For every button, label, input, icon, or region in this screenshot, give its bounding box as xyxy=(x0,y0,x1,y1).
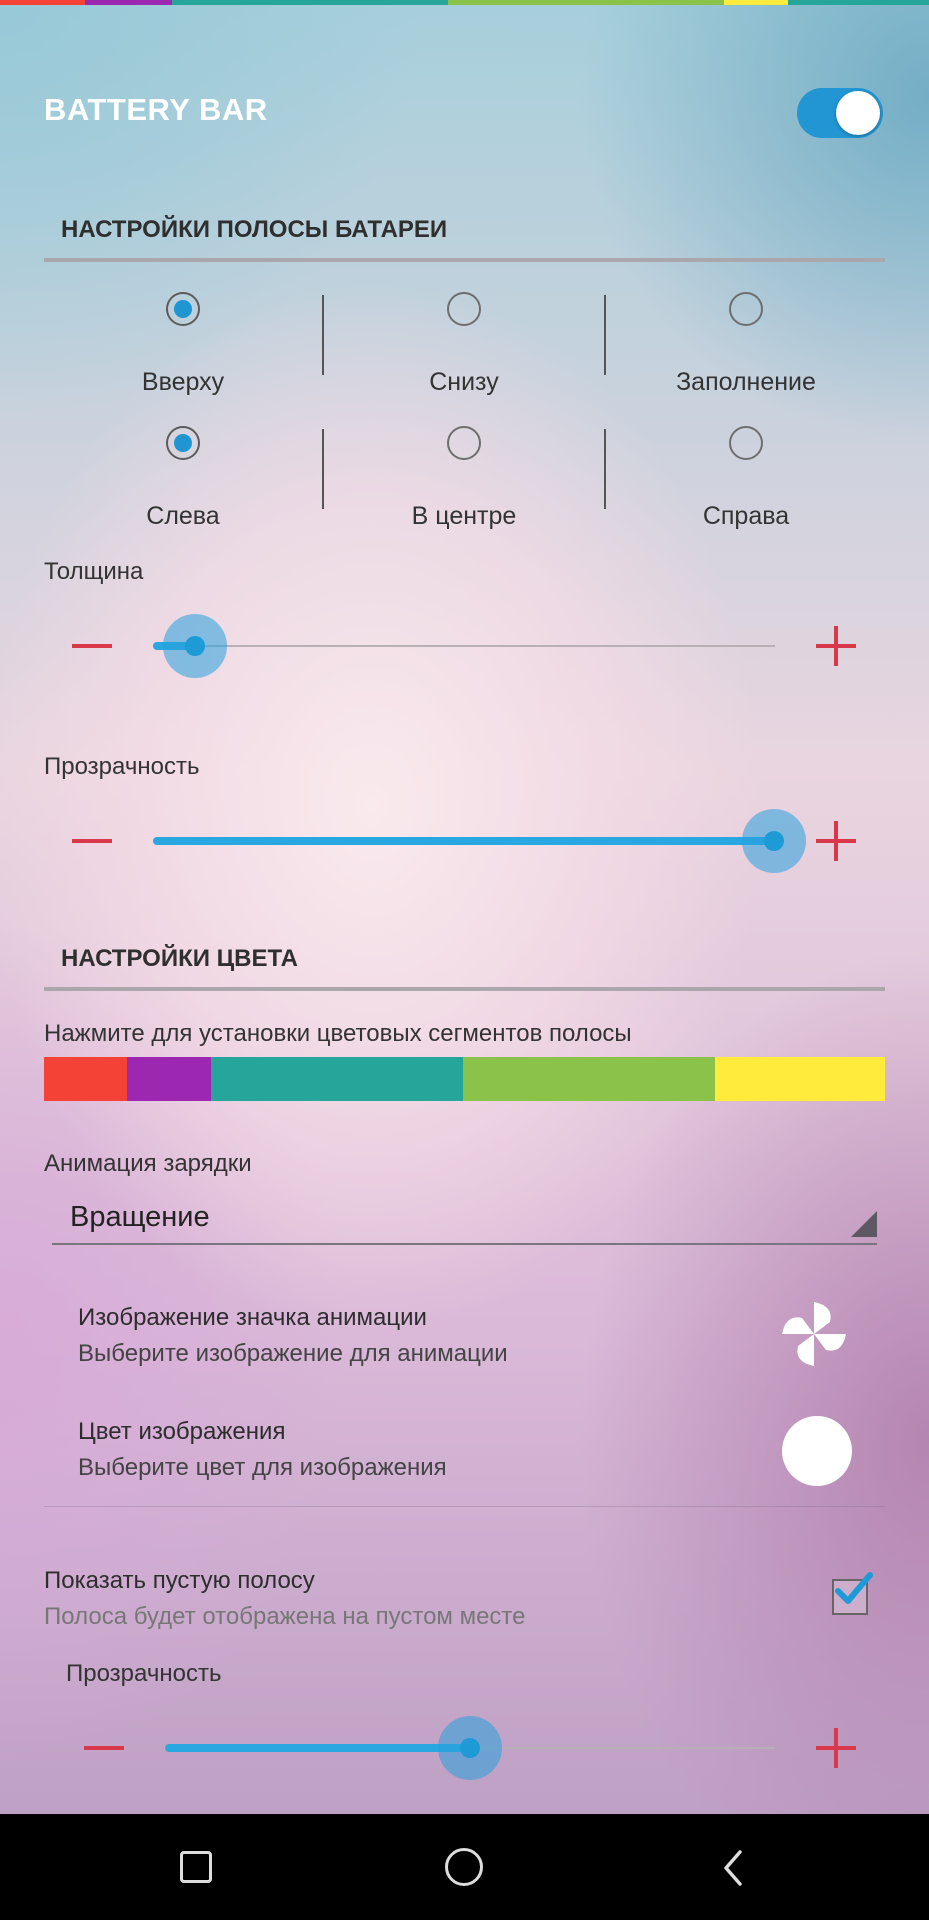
radio-label-fill: Заполнение xyxy=(676,368,816,396)
section-title-bar-settings: НАСТРОЙКИ ПОЛОСЫ БАТАРЕИ xyxy=(61,216,448,243)
radio-right[interactable] xyxy=(729,426,763,460)
battery-bar-toggle[interactable] xyxy=(797,88,883,138)
color-segment[interactable] xyxy=(44,1057,127,1101)
dropdown-arrow-icon xyxy=(851,1211,877,1237)
home-icon[interactable] xyxy=(445,1848,483,1886)
transparency-slider-fill[interactable] xyxy=(153,837,775,845)
color-segment[interactable] xyxy=(463,1057,715,1101)
color-segment[interactable] xyxy=(127,1057,211,1101)
thickness-slider-thumb[interactable] xyxy=(185,636,205,656)
charge-animation-label: Анимация зарядки xyxy=(44,1150,252,1177)
radio-fill[interactable] xyxy=(729,292,763,326)
show-empty-bar-title: Показать пустую полосу xyxy=(44,1567,315,1594)
system-navigation-bar xyxy=(0,1814,929,1920)
transparency-decrease-button[interactable] xyxy=(72,839,112,843)
empty-transparency-slider-thumb[interactable] xyxy=(460,1738,480,1758)
thickness-label: Толщина xyxy=(44,558,144,585)
plus-icon xyxy=(834,626,838,666)
radio-label-top: Вверху xyxy=(141,368,225,396)
radio-top[interactable] xyxy=(166,292,200,326)
thickness-increase-button[interactable] xyxy=(816,626,856,666)
radio-separator xyxy=(604,429,606,509)
color-segments-bar[interactable] xyxy=(44,1057,885,1101)
section-title-color-settings: НАСТРОЙКИ ЦВЕТА xyxy=(61,945,298,972)
top-battery-strip xyxy=(0,0,929,5)
plus-icon xyxy=(834,1728,838,1768)
thickness-decrease-button[interactable] xyxy=(72,644,112,648)
dropdown-underline xyxy=(52,1243,877,1245)
color-segment[interactable] xyxy=(715,1057,885,1101)
empty-transparency-slider-fill xyxy=(165,1744,470,1752)
item-divider xyxy=(44,1506,885,1507)
recent-apps-icon[interactable] xyxy=(180,1851,212,1883)
show-empty-bar-subtitle: Полоса будет отображена на пустом месте xyxy=(44,1603,526,1630)
color-segment[interactable] xyxy=(211,1057,463,1101)
image-color-title: Цвет изображения xyxy=(78,1418,286,1445)
thickness-slider-track[interactable] xyxy=(153,645,775,647)
radio-bottom[interactable] xyxy=(447,292,481,326)
animation-icon-title: Изображение значка анимации xyxy=(78,1304,427,1331)
strip-segment xyxy=(448,0,724,5)
empty-transparency-increase-button[interactable] xyxy=(816,1728,856,1768)
strip-segment xyxy=(0,0,85,5)
radio-center[interactable] xyxy=(447,426,481,460)
toggle-knob xyxy=(836,91,880,135)
radio-label-bottom: Снизу xyxy=(429,368,499,396)
radio-separator xyxy=(604,295,606,375)
section-divider xyxy=(44,258,885,262)
empty-transparency-label: Прозрачность xyxy=(66,1660,222,1687)
plus-icon xyxy=(834,821,838,861)
color-segments-hint: Нажмите для установки цветовых сегментов… xyxy=(44,1020,632,1047)
radio-left[interactable] xyxy=(166,426,200,460)
transparency-slider-thumb[interactable] xyxy=(764,831,784,851)
checkmark-icon xyxy=(835,1572,873,1604)
show-empty-bar-setting[interactable]: Показать пустую полосу Полоса будет отоб… xyxy=(44,1555,885,1635)
section-divider xyxy=(44,987,885,991)
radio-separator xyxy=(322,295,324,375)
animation-icon-setting[interactable]: Изображение значка анимации Выберите изо… xyxy=(44,1290,885,1380)
radio-label-right: Справа xyxy=(702,502,790,530)
transparency-increase-button[interactable] xyxy=(816,821,856,861)
animation-icon-subtitle: Выберите изображение для анимации xyxy=(78,1340,508,1367)
radio-separator xyxy=(322,429,324,509)
app-title: BATTERY BAR xyxy=(44,92,268,127)
radio-label-left: Слева xyxy=(146,502,220,530)
back-icon[interactable] xyxy=(718,1848,748,1888)
charge-animation-dropdown[interactable]: Вращение xyxy=(52,1195,877,1245)
strip-segment xyxy=(172,0,448,5)
image-color-setting[interactable]: Цвет изображения Выберите цвет для изобр… xyxy=(44,1404,885,1494)
strip-segment xyxy=(788,0,929,5)
strip-segment xyxy=(724,0,788,5)
image-color-subtitle: Выберите цвет для изображения xyxy=(78,1454,447,1481)
image-color-swatch xyxy=(782,1416,852,1486)
radio-label-center: В центре xyxy=(411,502,517,530)
empty-transparency-decrease-button[interactable] xyxy=(84,1746,124,1750)
dropdown-selected-value: Вращение xyxy=(70,1201,210,1233)
transparency-label: Прозрачность xyxy=(44,753,200,780)
strip-segment xyxy=(85,0,172,5)
pinwheel-icon xyxy=(782,1302,846,1366)
